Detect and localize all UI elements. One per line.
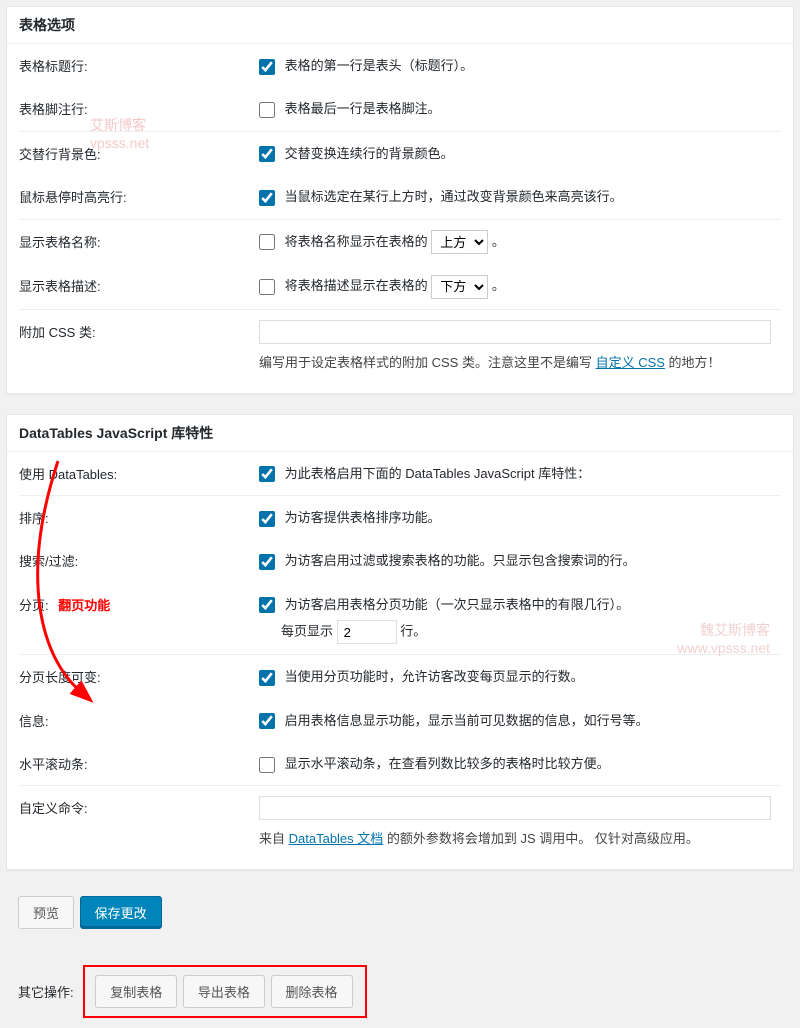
label-search: 搜索/过滤: [19,539,259,582]
link-custom-css[interactable]: 自定义 CSS [596,355,665,370]
row-length[interactable]: 当使用分页功能时，允许访客改变每页显示的行数。 [259,665,771,688]
desc-custom-cmd: 来自 DataTables 文档 的额外参数将会增加到 JS 调用中。 仅针对高… [259,828,771,847]
text-paging: 为访客启用表格分页功能（一次只显示表格中的有限几行）。 [285,597,630,612]
label-show-name: 显示表格名称: [19,219,259,264]
label-table-footer: 表格脚注行: [19,87,259,131]
row-show-name[interactable]: 将表格名称显示在表格的 上方 。 [259,230,771,255]
row-table-header[interactable]: 表格的第一行是表头（标题行）。 [259,54,771,77]
text-hover: 当鼠标选定在某行上方时，通过改变背景颜色来高亮该行。 [285,189,623,204]
label-hover: 鼠标悬停时高亮行: [19,175,259,219]
checkbox-table-footer[interactable] [259,102,275,118]
export-table-button[interactable]: 导出表格 [183,975,265,1008]
checkbox-use-dt[interactable] [259,466,275,482]
checkbox-info[interactable] [259,713,275,729]
checkbox-alt-rows[interactable] [259,146,275,162]
text-sort: 为访客提供表格排序功能。 [285,510,441,525]
text-table-footer: 表格最后一行是表格脚注。 [285,101,441,116]
annotation-paging: 翻页功能 [58,598,110,613]
text-hscroll: 显示水平滚动条，在查看列数比较多的表格时比较方便。 [285,756,610,771]
text-length: 当使用分页功能时，允许访客改变每页显示的行数。 [285,669,584,684]
checkbox-sort[interactable] [259,511,275,527]
input-per-page[interactable] [337,620,397,644]
text-table-header: 表格的第一行是表头（标题行）。 [285,58,474,73]
select-show-name-position[interactable]: 上方 [431,230,488,254]
row-search[interactable]: 为访客启用过滤或搜索表格的功能。只显示包含搜索词的行。 [259,549,771,572]
input-extra-css[interactable] [259,320,771,344]
panel-table-options: 表格选项 表格标题行: 表格的第一行是表头（标题行）。 表格脚注行: 表格最后一… [6,6,794,394]
label-hscroll: 水平滚动条: [19,742,259,786]
select-show-desc-position[interactable]: 下方 [431,275,488,299]
annotation-red-box: 复制表格 导出表格 删除表格 [83,965,366,1018]
input-custom-cmd[interactable] [259,796,771,820]
row-paging[interactable]: 为访客启用表格分页功能（一次只显示表格中的有限几行）。 [259,593,771,616]
text-alt-rows: 交替变换连续行的背景颜色。 [285,146,454,161]
other-ops-label: 其它操作: [18,982,74,1001]
row-info[interactable]: 启用表格信息显示功能，显示当前可见数据的信息，如行号等。 [259,709,771,732]
row-hscroll[interactable]: 显示水平滚动条，在查看列数比较多的表格时比较方便。 [259,752,771,775]
label-paging: 分页: 翻页功能 [19,583,259,655]
save-button[interactable]: 保存更改 [80,896,162,929]
label-custom-cmd: 自定义命令: [19,786,259,858]
checkbox-hover[interactable] [259,190,275,206]
label-sort: 排序: [19,496,259,540]
checkbox-show-name[interactable] [259,234,275,250]
delete-table-button[interactable]: 删除表格 [271,975,353,1008]
checkbox-length[interactable] [259,670,275,686]
panel-title-dt: DataTables JavaScript 库特性 [7,415,793,452]
row-hover[interactable]: 当鼠标选定在某行上方时，通过改变背景颜色来高亮该行。 [259,185,771,208]
label-alt-rows: 交替行背景色: [19,131,259,175]
copy-table-button[interactable]: 复制表格 [95,975,177,1008]
label-use-dt: 使用 DataTables: [19,452,259,496]
preview-button[interactable]: 预览 [18,896,74,929]
checkbox-show-desc[interactable] [259,279,275,295]
label-info: 信息: [19,699,259,742]
label-length: 分页长度可变: [19,655,259,699]
text-show-desc: 将表格描述显示在表格的 [285,278,428,293]
checkbox-table-header[interactable] [259,59,275,75]
row-show-desc[interactable]: 将表格描述显示在表格的 下方 。 [259,274,771,299]
checkbox-paging[interactable] [259,597,275,613]
row-use-dt[interactable]: 为此表格启用下面的 DataTables JavaScript 库特性： [259,462,771,485]
row-sort[interactable]: 为访客提供表格排序功能。 [259,506,771,529]
action-bar: 预览 保存更改 [0,890,800,935]
link-dt-docs[interactable]: DataTables 文档 [289,831,384,846]
row-per-page: 每页显示 行。 [259,620,771,644]
panel-title: 表格选项 [7,7,793,44]
row-alt-rows[interactable]: 交替变换连续行的背景颜色。 [259,142,771,165]
checkbox-hscroll[interactable] [259,757,275,773]
panel-datatables: DataTables JavaScript 库特性 使用 DataTables:… [6,414,794,871]
label-table-header: 表格标题行: [19,44,259,87]
text-search: 为访客启用过滤或搜索表格的功能。只显示包含搜索词的行。 [285,553,636,568]
label-extra-css: 附加 CSS 类: [19,309,259,381]
desc-extra-css: 编写用于设定表格样式的附加 CSS 类。注意这里不是编写 自定义 CSS 的地方… [259,352,771,371]
text-use-dt: 为此表格启用下面的 DataTables JavaScript 库特性： [285,466,591,481]
other-operations: 其它操作: 复制表格 导出表格 删除表格 [0,959,800,1028]
label-show-desc: 显示表格描述: [19,264,259,309]
row-table-footer[interactable]: 表格最后一行是表格脚注。 [259,97,771,120]
text-show-name: 将表格名称显示在表格的 [285,234,428,249]
text-info: 启用表格信息显示功能，显示当前可见数据的信息，如行号等。 [285,713,649,728]
checkbox-search[interactable] [259,554,275,570]
